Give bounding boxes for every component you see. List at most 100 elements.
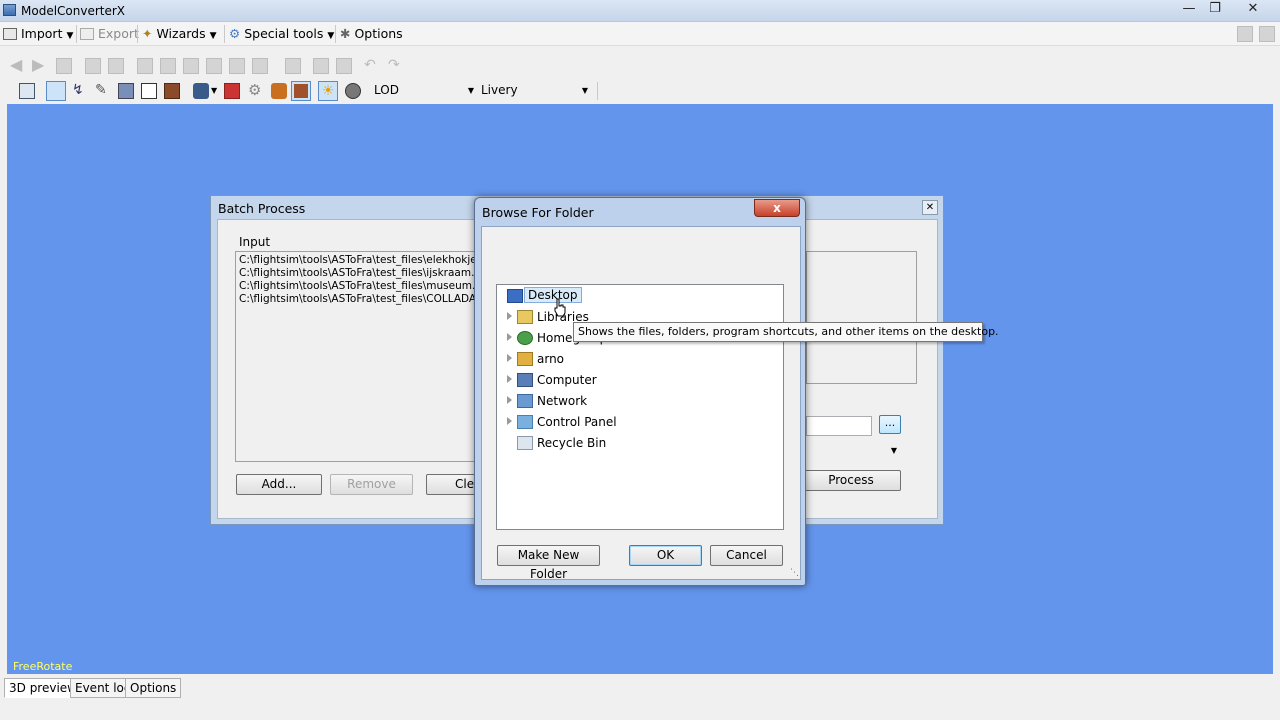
tree-item-arno[interactable]: arno: [497, 349, 783, 370]
minimize-button[interactable]: —: [1176, 1, 1202, 19]
lod-label: LOD: [374, 83, 399, 97]
menu-separator: [335, 25, 336, 43]
panel-icon[interactable]: [1259, 26, 1275, 42]
link-icon[interactable]: [285, 58, 301, 74]
folder-tree[interactable]: Desktop Libraries Homegroup arno Compute…: [496, 284, 784, 530]
sun-icon[interactable]: ☀: [318, 81, 338, 101]
hand-cursor-icon: [554, 298, 566, 317]
libraries-icon: [517, 310, 533, 324]
ok-button[interactable]: OK: [629, 545, 702, 566]
material-icon[interactable]: [224, 83, 240, 99]
panel-icon[interactable]: [1237, 26, 1253, 42]
wizards-label: Wizards: [156, 26, 206, 41]
add-button[interactable]: Add...: [236, 474, 322, 495]
export-icon: [80, 28, 94, 40]
remove-button[interactable]: Remove: [330, 474, 413, 495]
menu-separator: [224, 25, 225, 43]
tree-item-recycle-bin[interactable]: Recycle Bin: [497, 433, 783, 454]
list-item[interactable]: C:\flightsim\tools\ASToFra\test_files\CO…: [236, 293, 479, 306]
align-icon[interactable]: [160, 58, 176, 74]
back-arrow-icon[interactable]: ◀: [10, 57, 26, 73]
process-button[interactable]: Process: [801, 470, 901, 491]
output-path-field[interactable]: [806, 416, 872, 436]
image-icon[interactable]: [206, 58, 222, 74]
title-bar: ModelConverterX — ❐ ✕: [0, 0, 1280, 22]
expand-arrow-icon[interactable]: [507, 312, 512, 320]
output-panel: [806, 251, 917, 384]
tab-options[interactable]: Options: [125, 678, 182, 698]
options-label: Options: [354, 26, 403, 41]
expand-arrow-icon[interactable]: [507, 375, 512, 383]
grid-toggle-icon[interactable]: [46, 81, 66, 101]
input-file-list[interactable]: C:\flightsim\tools\ASToFra\test_files\el…: [235, 251, 480, 462]
chevron-down-icon[interactable]: ▼: [211, 86, 217, 95]
redo-icon[interactable]: ↷: [388, 57, 404, 73]
settings-icon[interactable]: ⚙: [248, 83, 264, 99]
frame-icon[interactable]: [313, 58, 329, 74]
export-menu[interactable]: Export: [80, 26, 139, 41]
lod-dropdown[interactable]: LOD ▼: [374, 81, 476, 100]
livery-dropdown[interactable]: Livery ▼: [481, 81, 590, 100]
clear-button[interactable]: Clea: [426, 474, 476, 495]
copy-icon[interactable]: [183, 58, 199, 74]
mesh-icon[interactable]: [118, 83, 134, 99]
layers-icon[interactable]: [252, 58, 268, 74]
import-icon: [3, 28, 17, 40]
chevron-down-icon: ▼: [209, 31, 217, 41]
format-dropdown[interactable]: ▼: [806, 442, 901, 462]
sphere-icon[interactable]: [345, 83, 361, 99]
cancel-button[interactable]: Cancel: [710, 545, 783, 566]
list-item[interactable]: C:\flightsim\tools\ASToFra\test_files\mu…: [236, 280, 479, 293]
import-menu[interactable]: Import ▼: [3, 26, 73, 41]
list-icon[interactable]: [336, 58, 352, 74]
close-button[interactable]: ✕: [922, 200, 938, 215]
menu-bar: Import ▼ Export ✦ Wizards ▼ ⚙ Special to…: [0, 22, 1280, 46]
options-menu[interactable]: ✱ Options: [340, 26, 403, 41]
list-item[interactable]: C:\flightsim\tools\ASToFra\test_files\el…: [236, 254, 479, 267]
tree-item-network[interactable]: Network: [497, 391, 783, 412]
render-toggle-icon[interactable]: [291, 81, 311, 101]
view-toolbar: ↯ ✎ ▼ ⚙ ☀ LOD ▼ Livery ▼: [0, 78, 1280, 104]
texture-icon[interactable]: [164, 83, 180, 99]
axis-icon[interactable]: ↯: [72, 83, 88, 99]
input-label: Input: [239, 235, 271, 249]
browse-button[interactable]: ...: [879, 415, 901, 434]
dialog-title: Batch Process: [218, 201, 306, 216]
resize-grip-icon[interactable]: ⋱: [790, 568, 799, 578]
close-button[interactable]: x: [754, 199, 800, 217]
app-icon: [3, 4, 16, 16]
wizards-menu[interactable]: ✦ Wizards ▼: [142, 26, 217, 41]
special-tools-label: Special tools: [244, 26, 324, 41]
expand-arrow-icon[interactable]: [507, 417, 512, 425]
model-icon[interactable]: [271, 83, 287, 99]
chevron-down-icon: ▼: [581, 86, 588, 95]
wand-icon: ✦: [142, 26, 153, 41]
camera-icon[interactable]: [193, 83, 209, 99]
wireframe-icon[interactable]: ✎: [95, 83, 111, 99]
expand-arrow-icon[interactable]: [507, 396, 512, 404]
export-label: Export: [97, 26, 139, 41]
tree-item-desktop[interactable]: Desktop: [497, 286, 783, 307]
zoom-icon[interactable]: [85, 58, 101, 74]
stop-icon[interactable]: [56, 58, 72, 74]
forward-arrow-icon[interactable]: ▶: [32, 57, 48, 73]
list-item[interactable]: C:\flightsim\tools\ASToFra\test_files\ij…: [236, 267, 479, 280]
box-icon[interactable]: [141, 83, 157, 99]
grid-icon[interactable]: [229, 58, 245, 74]
make-new-folder-button[interactable]: Make New Folder: [497, 545, 600, 581]
undo-icon[interactable]: ↶: [364, 57, 380, 73]
chevron-down-icon: ▼: [327, 31, 335, 41]
edit-toolbar: ◀ ▶ ↶ ↷: [0, 52, 1280, 78]
tree-item-computer[interactable]: Computer: [497, 370, 783, 391]
align-icon[interactable]: [137, 58, 153, 74]
maximize-button[interactable]: ❐: [1202, 1, 1228, 19]
expand-arrow-icon[interactable]: [507, 354, 512, 362]
chevron-down-icon: ▼: [66, 31, 74, 41]
hierarchy-icon[interactable]: [108, 58, 124, 74]
expand-arrow-icon[interactable]: [507, 333, 512, 341]
fit-view-icon[interactable]: [19, 83, 35, 99]
tree-item-control-panel[interactable]: Control Panel: [497, 412, 783, 433]
special-tools-menu[interactable]: ⚙ Special tools ▼: [229, 26, 334, 41]
close-window-button[interactable]: ✕: [1240, 1, 1266, 19]
import-label: Import: [20, 26, 63, 41]
